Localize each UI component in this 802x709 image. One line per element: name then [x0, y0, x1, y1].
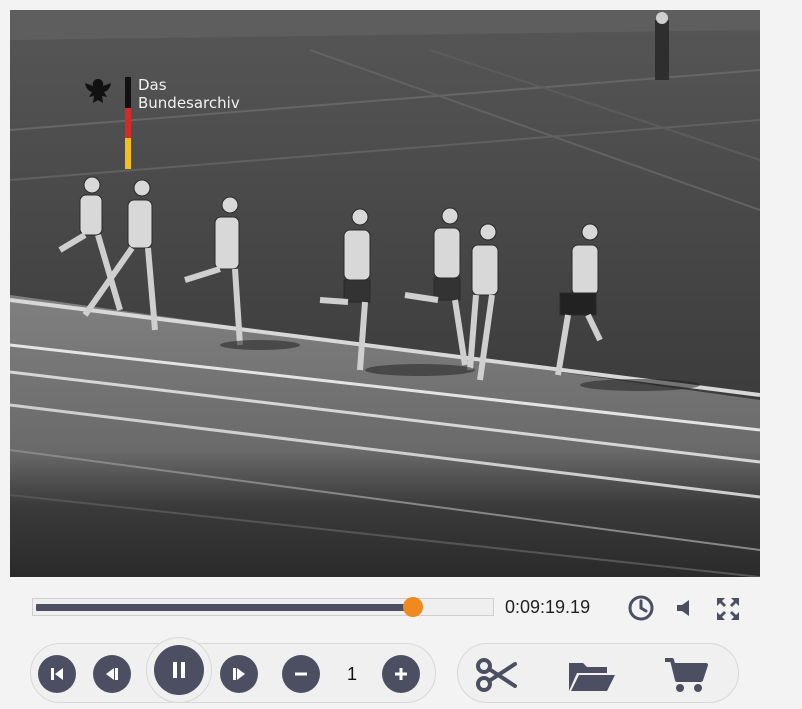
watermark-text: Das Bundesarchiv — [138, 76, 240, 112]
cut-button[interactable] — [474, 655, 520, 695]
skip-start-button[interactable] — [38, 655, 76, 693]
flag-red — [125, 107, 131, 139]
cart-button[interactable] — [662, 655, 710, 695]
fullscreen-icon[interactable] — [712, 593, 744, 625]
playback-rate: 1 — [346, 664, 357, 684]
volume-icon[interactable] — [672, 593, 698, 623]
flag-gold — [125, 138, 131, 169]
scissors-icon — [476, 658, 517, 692]
seek-progress — [36, 604, 413, 611]
step-back-button[interactable] — [93, 655, 131, 693]
cart-icon — [665, 658, 708, 692]
eagle-emblem-icon — [85, 79, 111, 103]
step-forward-icon — [233, 668, 245, 680]
step-forward-button[interactable] — [220, 655, 258, 693]
decrease-rate-button[interactable] — [282, 655, 320, 693]
plus-icon — [395, 668, 407, 680]
open-folder-button[interactable] — [566, 655, 618, 695]
watermark-line1: Das — [138, 76, 167, 94]
player-controls: 0:09:19.19 1 — [0, 577, 802, 709]
watermark-line2: Bundesarchiv — [138, 94, 240, 112]
pause-icon — [173, 662, 185, 678]
folder-open-icon — [569, 663, 615, 691]
clock-icon[interactable] — [626, 593, 656, 623]
skip-start-icon — [51, 668, 63, 680]
minus-icon — [295, 672, 307, 676]
video-frame[interactable]: Das Bundesarchiv — [10, 10, 760, 577]
seek-bar[interactable] — [32, 597, 494, 617]
flag-black — [125, 77, 131, 108]
german-flag-stripe — [125, 77, 131, 169]
increase-rate-button[interactable] — [382, 655, 420, 693]
step-back-icon — [106, 668, 118, 680]
bundesarchiv-watermark: Das Bundesarchiv — [80, 75, 240, 175]
pause-button[interactable] — [154, 645, 204, 695]
current-time: 0:09:19.19 — [505, 597, 591, 617]
seek-thumb[interactable] — [403, 597, 423, 617]
